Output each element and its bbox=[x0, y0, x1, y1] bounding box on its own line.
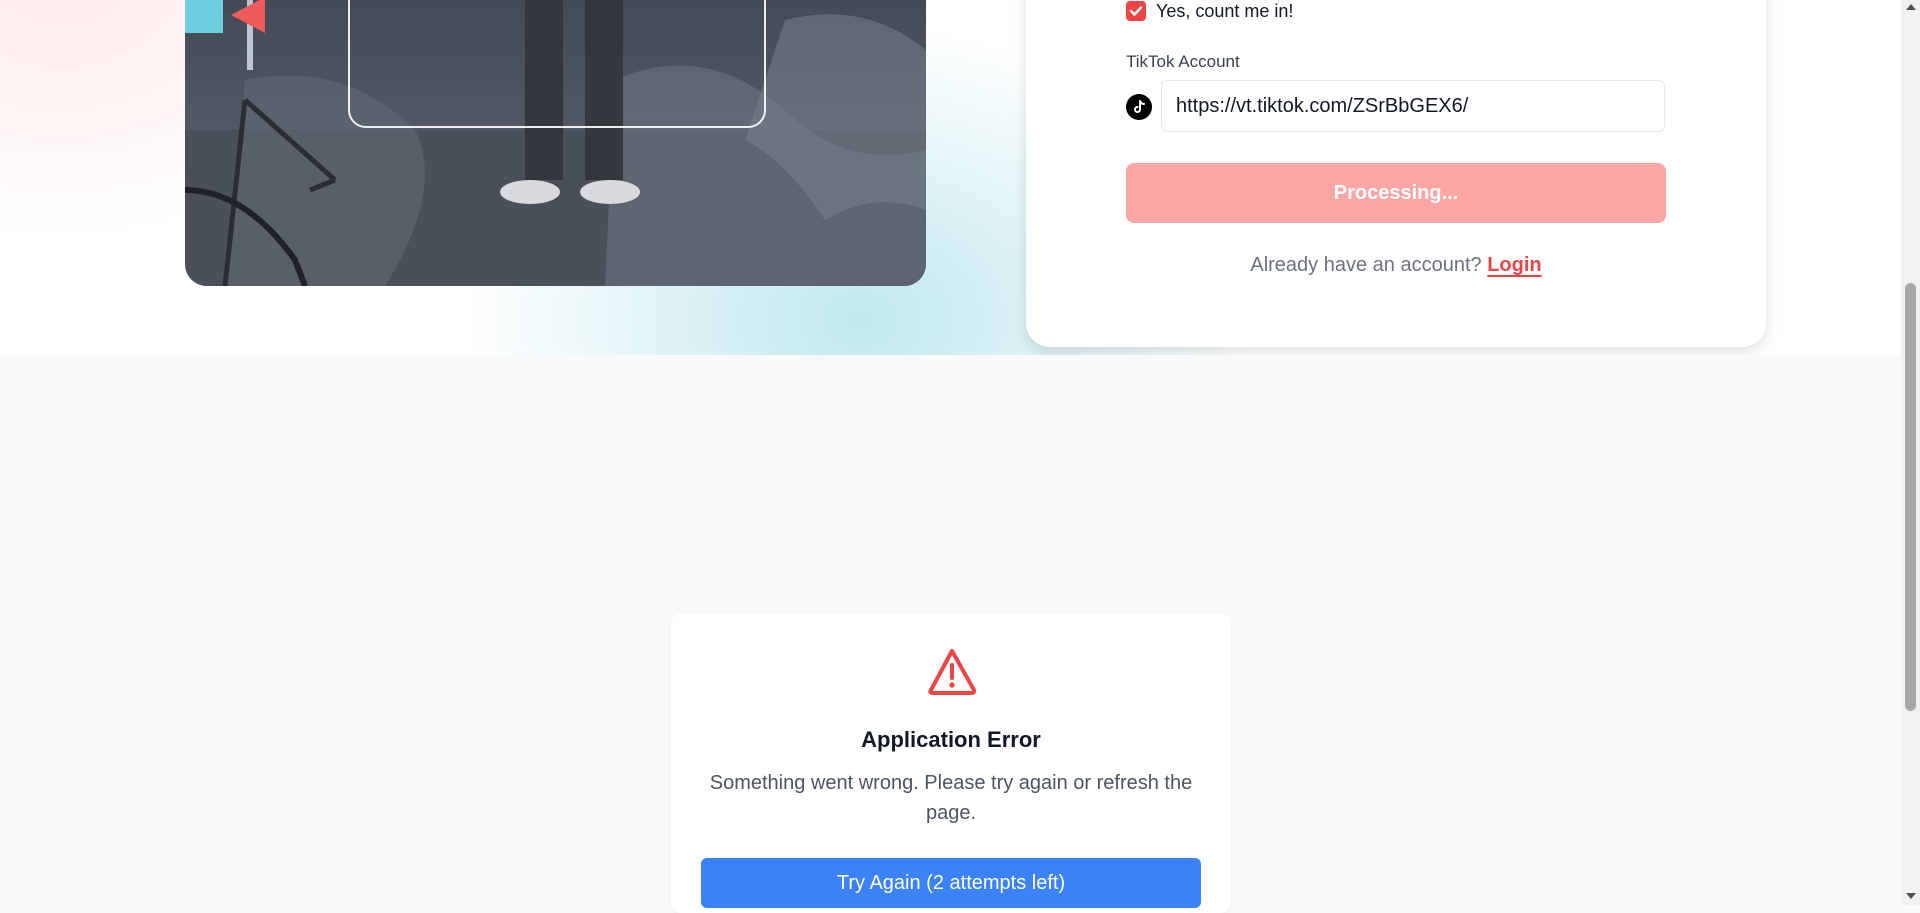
try-again-button[interactable]: Try Again (2 attempts left) bbox=[701, 858, 1201, 908]
processing-button[interactable]: Processing... bbox=[1126, 163, 1666, 223]
login-prompt-row: Already have an account? Login bbox=[1126, 254, 1666, 277]
login-prompt-text: Already have an account? bbox=[1250, 254, 1482, 276]
scroll-up-arrow-icon[interactable] bbox=[1906, 4, 1916, 10]
tiktok-url-input[interactable] bbox=[1161, 80, 1665, 132]
login-link[interactable]: Login bbox=[1487, 254, 1541, 276]
brand-shapes-icon bbox=[185, 0, 265, 33]
page-scrollbar[interactable] bbox=[1901, 0, 1920, 905]
error-title: Application Error bbox=[861, 727, 1041, 752]
checkbox-checked-icon[interactable] bbox=[1126, 1, 1146, 21]
consent-checkbox-row[interactable]: Yes, count me in! bbox=[1126, 0, 1293, 22]
error-message: Something went wrong. Please try again o… bbox=[709, 772, 1193, 824]
scrollbar-thumb[interactable] bbox=[1905, 283, 1916, 711]
photo-overlay-frame bbox=[348, 0, 766, 128]
warning-triangle-icon bbox=[928, 649, 977, 695]
scroll-down-arrow-icon[interactable] bbox=[1906, 893, 1916, 899]
hero-photo bbox=[185, 0, 926, 286]
consent-label: Yes, count me in! bbox=[1156, 0, 1294, 21]
tiktok-icon bbox=[1126, 94, 1152, 120]
tiktok-account-label: TikTok Account bbox=[1126, 52, 1240, 71]
